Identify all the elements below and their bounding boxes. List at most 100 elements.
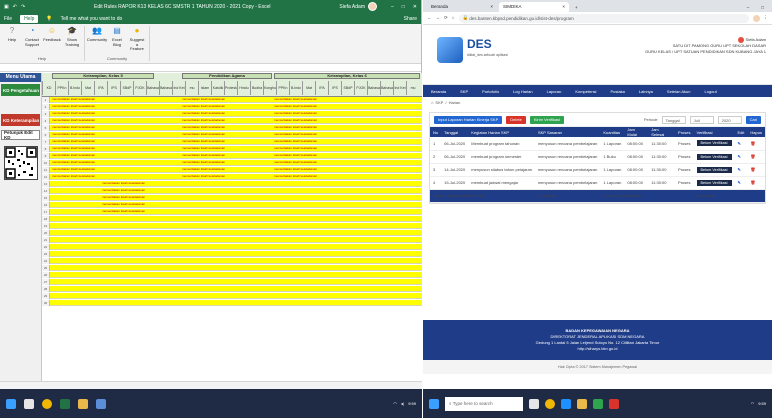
table-row[interactable]: 21 (42, 237, 422, 243)
column-header[interactable]: Ind Ket (172, 81, 185, 95)
volume-icon[interactable]: ◂) (401, 401, 404, 406)
row-number[interactable]: 28 (42, 286, 50, 292)
column-header[interactable]: IPS (107, 81, 120, 95)
row-number[interactable]: 26 (42, 272, 50, 278)
nav-item[interactable]: Log Harian (513, 89, 533, 94)
chrome-icon[interactable] (42, 398, 52, 409)
petunjuk-edit-button[interactable]: Petunjuk Edit KD (1, 130, 40, 140)
nav-item[interactable]: Beranda (431, 89, 446, 94)
row-number[interactable]: 11 (42, 167, 50, 173)
table-row[interactable]: 20 (42, 230, 422, 236)
cell-text[interactable]: menceritakan kisah keteladanan (52, 104, 182, 109)
column-header[interactable]: PJOK (133, 81, 146, 95)
column-header[interactable]: Budha (250, 81, 263, 95)
column-header[interactable]: Verifikasi (693, 127, 735, 137)
row-number[interactable]: 8 (42, 146, 50, 152)
taskbar-search-input[interactable]: ⌕ Type here to search (445, 396, 523, 411)
cell-text[interactable]: menceritakan kisah keteladanan (182, 97, 272, 102)
cell-text[interactable]: menceritakan kisah keteladanan (52, 174, 182, 179)
home-icon[interactable]: ⌂ (452, 15, 455, 21)
nav-item[interactable]: Pustaka (610, 89, 624, 94)
column-header[interactable]: Bahasa Sunda (146, 81, 159, 95)
nav-item[interactable]: Setelan Akun (667, 89, 691, 94)
cell-text[interactable]: menceritakan kisah keteladanan (182, 132, 272, 137)
table-row[interactable]: 4 menceritakan kisah keteladanan mencerita… (42, 118, 422, 124)
reload-icon[interactable]: ⟳ (444, 15, 448, 21)
edit-icon[interactable]: ✎ (738, 141, 741, 146)
column-header[interactable]: IPA (94, 81, 107, 95)
table-row[interactable]: 1 06-Jul-2020 Membuat program tahunan menyu… (430, 137, 765, 151)
undo-icon[interactable]: ↶ (13, 4, 17, 10)
row-number[interactable]: 15 (42, 195, 50, 201)
month-select[interactable]: Juli (689, 115, 714, 124)
back-icon[interactable]: ← (427, 15, 432, 21)
maximize-icon[interactable]: □ (761, 5, 764, 10)
row-number[interactable]: 9 (42, 153, 50, 159)
column-header[interactable]: IPS (328, 81, 341, 95)
column-header[interactable]: Jam Selesai (648, 127, 676, 137)
column-header[interactable]: SBdP (120, 81, 133, 95)
nav-item[interactable]: SKP (460, 89, 468, 94)
row-number[interactable]: 22 (42, 244, 50, 250)
table-row[interactable]: 2 06-Jul-2020 membuat program semester meny… (430, 150, 765, 164)
column-header[interactable]: PPKn (55, 81, 68, 95)
kirim-verifikasi-button[interactable]: Kirim Verifikasi (529, 115, 565, 124)
table-row[interactable]: 13 menceritakan kisah keteladanan (42, 181, 422, 187)
row-number[interactable]: 4 (42, 118, 50, 124)
column-header[interactable]: mu (406, 81, 419, 95)
column-header[interactable]: Bahasa Inggris (159, 81, 172, 95)
cell-text[interactable]: menceritakan kisah keteladanan (274, 160, 420, 165)
cell-text[interactable]: menceritakan kisah keteladanan (102, 181, 282, 186)
column-header[interactable]: KD (42, 81, 55, 95)
task-view-icon[interactable] (529, 398, 539, 409)
app-icon[interactable] (96, 398, 106, 409)
trash-icon[interactable]: 🗑 (750, 141, 755, 146)
column-header[interactable]: Mat (302, 81, 315, 95)
delete-button[interactable]: Delete (506, 115, 526, 124)
row-number[interactable]: 7 (42, 139, 50, 145)
table-row[interactable]: 18 (42, 216, 422, 222)
help-button[interactable]: ? Help (4, 26, 20, 56)
table-row[interactable]: 2 menceritakan kisah keteladanan mencerita… (42, 104, 422, 110)
cell-text[interactable]: menceritakan kisah keteladanan (274, 153, 420, 158)
table-row[interactable]: 7 menceritakan kisah keteladanan mencerita… (42, 139, 422, 145)
edit-icon[interactable]: ✎ (738, 180, 741, 185)
cell-text[interactable]: menceritakan kisah keteladanan (274, 139, 420, 144)
verification-badge[interactable]: Belum Verifikasi (696, 140, 732, 147)
suggest-feature-button[interactable]: ● Suggest a Feature (129, 26, 145, 56)
show-training-button[interactable]: 🎓 Show Training (64, 26, 80, 56)
save-icon[interactable]: ▣ (4, 4, 9, 10)
row-number[interactable]: 24 (42, 258, 50, 264)
cell-grid[interactable]: Ketrampilan, Kelas 5 Pendidikan Agama Ke… (42, 73, 422, 381)
cell-text[interactable]: menceritakan kisah keteladanan (102, 209, 282, 214)
column-header[interactable]: PJOK (354, 81, 367, 95)
nav-item[interactable]: Logout (704, 89, 716, 94)
cell-text[interactable]: menceritakan kisah keteladanan (182, 174, 272, 179)
row-number[interactable]: 17 (42, 209, 50, 215)
row-number[interactable]: 29 (42, 293, 50, 299)
cell-text[interactable]: menceritakan kisah keteladanan (274, 118, 420, 123)
clock[interactable]: 9:59 (758, 401, 766, 406)
cell-text[interactable]: menceritakan kisah keteladanan (274, 97, 420, 102)
edit-icon[interactable]: ✎ (738, 167, 741, 172)
cell-text[interactable]: menceritakan kisah keteladanan (52, 160, 182, 165)
verification-badge[interactable]: Belum Verifikasi (696, 153, 732, 160)
column-header[interactable]: Hapus (747, 127, 765, 137)
table-row[interactable]: 15 menceritakan kisah keteladanan (42, 195, 422, 201)
column-header[interactable]: PPKn (276, 81, 289, 95)
table-row[interactable]: 29 (42, 293, 422, 299)
table-row[interactable]: 19 (42, 223, 422, 229)
table-row[interactable]: 3 14-Jul-2020 menyusun silabus tahun pelaj… (430, 163, 765, 177)
row-number[interactable]: 6 (42, 132, 50, 138)
cell-text[interactable]: menceritakan kisah keteladanan (274, 125, 420, 130)
table-row[interactable]: 16 menceritakan kisah keteladanan (42, 202, 422, 208)
cell-text[interactable]: menceritakan kisah keteladanan (274, 104, 420, 109)
trash-icon[interactable]: 🗑 (750, 167, 755, 172)
row-number[interactable]: 12 (42, 174, 50, 180)
user-area[interactable]: Siefa Adam (339, 2, 377, 11)
cell-text[interactable]: menceritakan kisah keteladanan (182, 125, 272, 130)
kd-keterampilan-button[interactable]: KD Keterampilan (1, 114, 40, 126)
nav-item[interactable]: Kompetensi (575, 89, 596, 94)
footer-link[interactable]: http://siharys.bkn.go.id (423, 346, 772, 352)
table-row[interactable]: 22 (42, 244, 422, 250)
